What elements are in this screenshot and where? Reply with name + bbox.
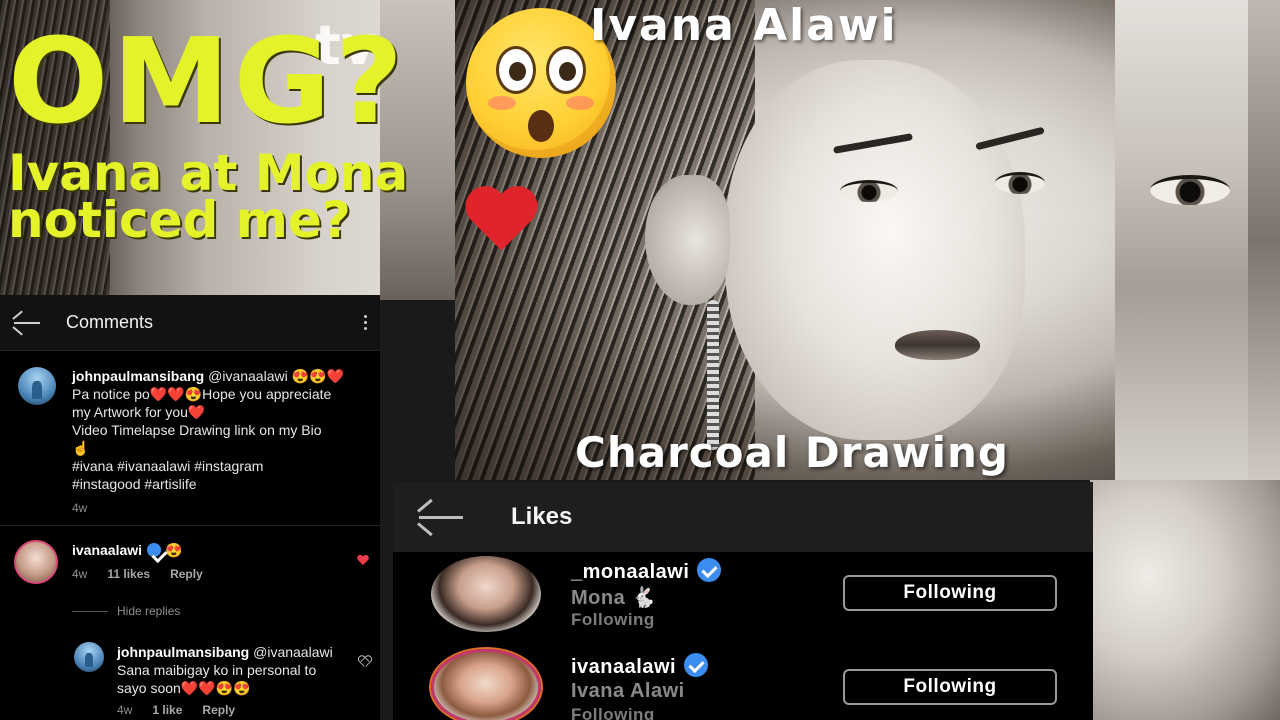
comments-title: Comments bbox=[66, 312, 154, 332]
artwork-closeup-face bbox=[1090, 480, 1280, 720]
avatar[interactable] bbox=[431, 556, 541, 632]
headline-omg: OMG? bbox=[8, 12, 408, 150]
comment-time: 4w bbox=[72, 501, 88, 515]
comments-header: Comments bbox=[0, 295, 380, 351]
portrait-ear bbox=[645, 175, 730, 305]
reply-text-line: Sana maibigay ko in personal to bbox=[117, 662, 317, 678]
portrait-caption: Charcoal Drawing bbox=[575, 428, 1009, 477]
cheek-left bbox=[488, 96, 516, 110]
cheek-right bbox=[566, 96, 594, 110]
reply-username[interactable]: johnpaulmansibang bbox=[117, 644, 249, 660]
like-username[interactable]: ivanaalawi bbox=[571, 656, 676, 678]
red-heart-icon bbox=[462, 188, 540, 258]
mouth bbox=[528, 110, 554, 142]
artwork-strip-right bbox=[1248, 0, 1280, 480]
avatar[interactable] bbox=[14, 540, 58, 584]
reply-button[interactable]: Reply bbox=[202, 703, 235, 717]
verified-badge-icon bbox=[147, 543, 162, 557]
following-button[interactable]: Following bbox=[843, 669, 1057, 705]
heart-outline-icon[interactable] bbox=[358, 656, 370, 667]
closeup-eye bbox=[1150, 175, 1230, 205]
like-fullname: Mona 🐇 bbox=[571, 587, 657, 609]
comment-hashtags[interactable]: #ivana #ivanaalawi #instagram bbox=[72, 457, 372, 475]
comment-text: 😍 bbox=[164, 542, 183, 558]
comment-username[interactable]: ivanaalawi bbox=[72, 542, 142, 558]
likes-title: Likes bbox=[511, 503, 573, 530]
like-user-name-row: _monaalawi bbox=[571, 558, 722, 584]
divider bbox=[0, 525, 380, 526]
comment-text-line: Video Timelapse Drawing link on my Bio bbox=[72, 422, 322, 438]
comments-panel: Comments johnpaulmansibang @ivanaalawi 😍… bbox=[0, 295, 380, 720]
comment-text-line: my Artwork for you❤️ bbox=[72, 404, 206, 420]
following-button[interactable]: Following bbox=[843, 575, 1057, 611]
verified-badge-icon bbox=[697, 558, 722, 582]
comment-item: johnpaulmansibang @ivanaalawi 😍😍❤️ Pa no… bbox=[72, 367, 372, 517]
likes-header: Likes bbox=[393, 482, 1093, 552]
heart-like-icon[interactable] bbox=[357, 555, 369, 566]
more-options-icon[interactable] bbox=[364, 315, 368, 330]
comment-text-line: Pa notice po❤️❤️😍Hope you appreciate bbox=[72, 386, 332, 402]
like-fullname: Ivana Alawi bbox=[571, 680, 685, 702]
comment-mention[interactable]: @ivanaalawi 😍😍❤️ bbox=[208, 368, 344, 384]
verified-badge-icon bbox=[684, 653, 709, 677]
like-status: Following bbox=[571, 705, 655, 720]
portrait-title: Ivana Alawi bbox=[590, 0, 898, 51]
portrait-face bbox=[725, 60, 1025, 440]
comment-hashtags[interactable]: #instagood #artislife bbox=[72, 475, 372, 493]
portrait-eye-left bbox=[840, 180, 898, 202]
back-arrow-icon[interactable] bbox=[14, 321, 40, 324]
eye-left bbox=[496, 46, 536, 94]
artwork-closeup-eye bbox=[1115, 0, 1250, 480]
reply-item: johnpaulmansibang @ivanaalawi Sana maibi… bbox=[117, 643, 357, 697]
avatar[interactable] bbox=[74, 642, 104, 672]
reply-time: 4w bbox=[117, 703, 133, 717]
avatar[interactable] bbox=[431, 649, 541, 720]
list-item[interactable]: ivanaalawi Ivana Alawi Following Followi… bbox=[393, 647, 1093, 720]
hide-replies-button[interactable]: Hide replies bbox=[117, 604, 180, 618]
eye-right bbox=[546, 46, 586, 94]
comment-item: ivanaalawi 😍 4w 11 likes Reply bbox=[72, 541, 352, 583]
avatar[interactable] bbox=[18, 367, 56, 405]
reply-text-line: sayo soon❤️❤️😍😍 bbox=[117, 680, 251, 696]
comment-username[interactable]: johnpaulmansibang bbox=[72, 368, 204, 384]
back-arrow-icon[interactable] bbox=[419, 515, 463, 519]
like-status: Following bbox=[571, 610, 655, 629]
portrait-eye-right bbox=[995, 172, 1045, 194]
reply-button[interactable]: Reply bbox=[170, 567, 203, 581]
comment-time: 4w bbox=[72, 567, 88, 581]
hide-replies-line bbox=[72, 611, 108, 612]
reply-mention[interactable]: @ivanaalawi bbox=[253, 644, 333, 660]
likes-panel: Likes _monaalawi Mona 🐇 Following Follow… bbox=[393, 482, 1093, 720]
like-username[interactable]: _monaalawi bbox=[571, 561, 689, 583]
portrait-lips bbox=[895, 330, 980, 360]
comment-text-line: ☝ bbox=[72, 440, 90, 456]
list-item[interactable]: _monaalawi Mona 🐇 Following Following bbox=[393, 552, 1093, 647]
reply-likes-count[interactable]: 1 like bbox=[152, 703, 182, 717]
like-user-name-row: ivanaalawi bbox=[571, 653, 709, 679]
comment-likes-count[interactable]: 11 likes bbox=[107, 567, 150, 581]
